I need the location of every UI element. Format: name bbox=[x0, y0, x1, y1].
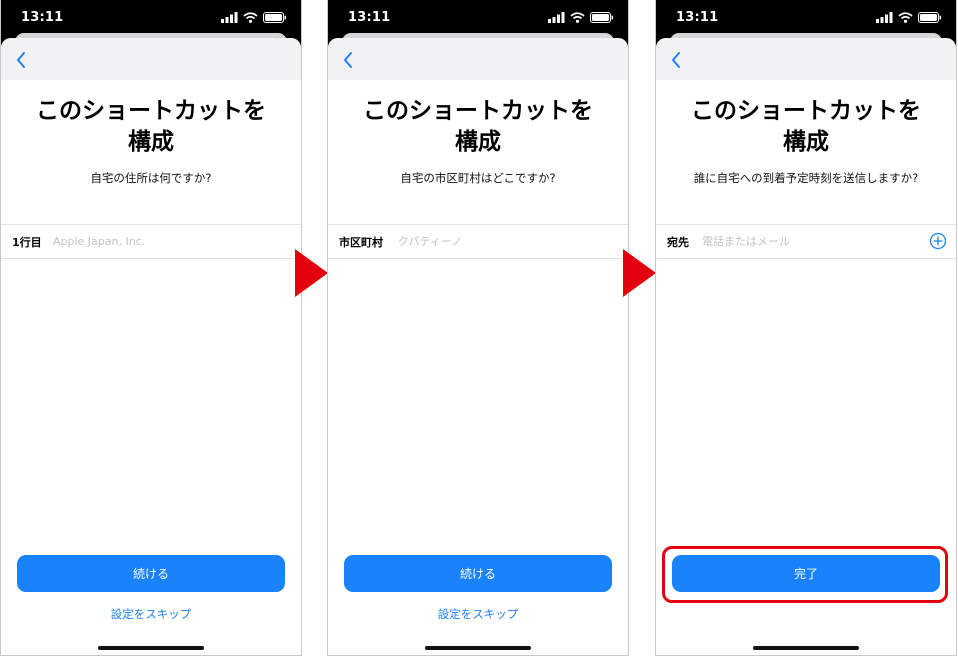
status-icons bbox=[548, 12, 614, 23]
title-line-1: このショートカットを bbox=[36, 98, 266, 124]
skip-setup-link[interactable]: 設定をスキップ bbox=[1, 606, 301, 622]
chevron-left-icon[interactable] bbox=[11, 49, 33, 71]
title-line-2: 構成 bbox=[455, 129, 501, 155]
input-row: 1行目 bbox=[1, 224, 301, 259]
config-sheet: このショートカットを 構成 自宅の住所は何ですか? 1行目 続ける 設定をスキッ… bbox=[1, 38, 301, 655]
status-icons bbox=[876, 12, 942, 23]
chevron-left-icon[interactable] bbox=[338, 49, 360, 71]
arrow-right-icon bbox=[623, 249, 656, 297]
question-text: 自宅の住所は何ですか? bbox=[90, 171, 212, 185]
recipient-input[interactable] bbox=[702, 230, 902, 252]
field-label: 市区町村 bbox=[339, 236, 383, 249]
home-indicator bbox=[98, 646, 204, 650]
status-bar: 13:11 bbox=[328, 0, 628, 36]
page-title: このショートカットを 構成 bbox=[328, 96, 628, 158]
wifi-icon bbox=[570, 12, 585, 23]
arrow-right-icon bbox=[295, 249, 328, 297]
title-line-2: 構成 bbox=[783, 129, 829, 155]
wifi-icon bbox=[243, 12, 258, 23]
status-bar: 13:11 bbox=[1, 0, 301, 36]
status-time: 13:11 bbox=[676, 10, 719, 25]
home-indicator bbox=[425, 646, 531, 650]
question-text: 誰に自宅への到着予定時刻を送信しますか? bbox=[693, 171, 919, 185]
config-sheet: このショートカットを 構成 自宅の市区町村はどこですか? 市区町村 続ける 設定… bbox=[328, 38, 628, 655]
home-indicator bbox=[753, 646, 859, 650]
page-title: このショートカットを 構成 bbox=[656, 96, 956, 158]
phone-screen-1: 13:11 このショートカットを 構成 自宅の住所は何ですか? 1行目 続ける … bbox=[0, 0, 302, 656]
status-icons bbox=[221, 12, 287, 23]
field-label: 1行目 bbox=[12, 236, 42, 249]
title-line-1: このショートカットを bbox=[691, 98, 921, 124]
title-line-2: 構成 bbox=[128, 129, 174, 155]
input-row: 宛先 bbox=[656, 224, 956, 259]
skip-setup-link[interactable]: 設定をスキップ bbox=[328, 606, 628, 622]
status-bar: 13:11 bbox=[656, 0, 956, 36]
chevron-left-icon[interactable] bbox=[666, 49, 688, 71]
plus-circle-icon[interactable] bbox=[929, 232, 947, 250]
page-title: このショートカットを 構成 bbox=[1, 96, 301, 158]
input-row: 市区町村 bbox=[328, 224, 628, 259]
signal-icon bbox=[876, 12, 893, 23]
signal-icon bbox=[221, 12, 238, 23]
nav-bar bbox=[1, 38, 301, 80]
wifi-icon bbox=[898, 12, 913, 23]
signal-icon bbox=[548, 12, 565, 23]
address-line-input[interactable] bbox=[53, 230, 283, 252]
status-time: 13:11 bbox=[21, 10, 64, 25]
battery-icon bbox=[918, 12, 942, 23]
nav-bar bbox=[656, 38, 956, 80]
highlight-box bbox=[662, 546, 948, 603]
field-label: 宛先 bbox=[667, 236, 689, 249]
phone-screen-2: 13:11 このショートカットを 構成 自宅の市区町村はどこですか? 市区町村 … bbox=[327, 0, 629, 656]
nav-bar bbox=[328, 38, 628, 80]
status-time: 13:11 bbox=[348, 10, 391, 25]
continue-button[interactable]: 続ける bbox=[344, 555, 612, 592]
city-input[interactable] bbox=[398, 230, 608, 252]
battery-icon bbox=[263, 12, 287, 23]
title-line-1: このショートカットを bbox=[363, 98, 593, 124]
question-text: 自宅の市区町村はどこですか? bbox=[400, 171, 556, 185]
battery-icon bbox=[590, 12, 614, 23]
continue-button[interactable]: 続ける bbox=[17, 555, 285, 592]
